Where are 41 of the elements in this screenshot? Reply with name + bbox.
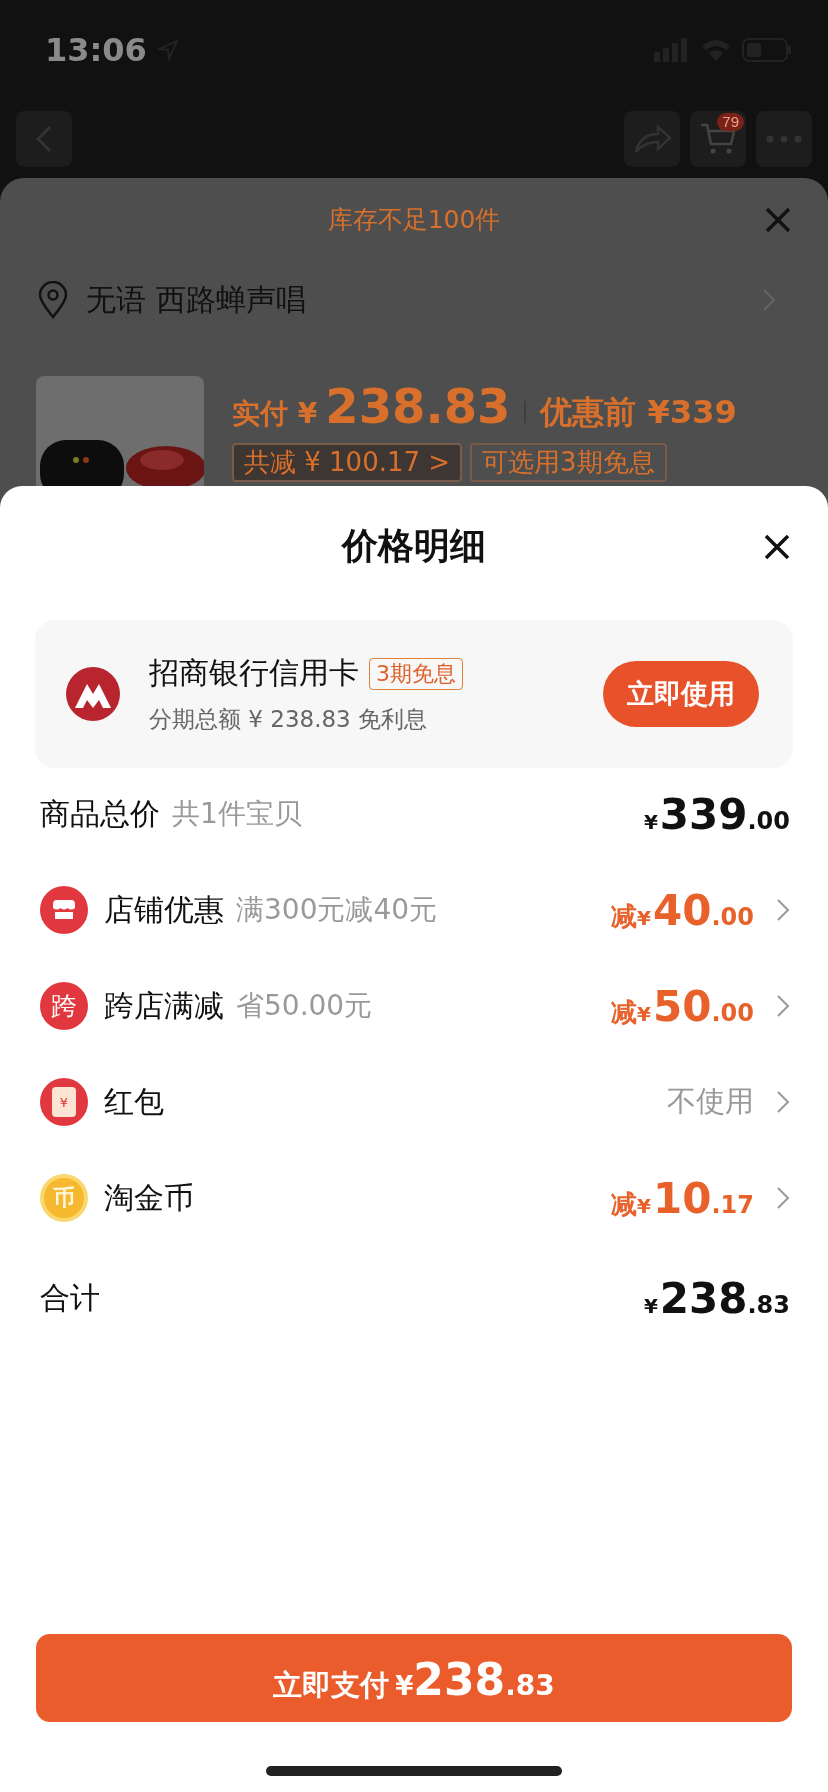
location-pin-icon [38,281,68,319]
bank-name: 招商银行信用卡 [149,654,359,692]
row-amount: ¥238.83 [643,1273,790,1323]
use-now-button[interactable]: 立即使用 [603,661,759,727]
interest-free-tag: 3期免息 [369,657,463,690]
bank-logo-icon [65,666,121,722]
row-label: 红包 [104,1082,164,1121]
pay-now-button[interactable]: 立即支付 ¥238.83 [36,1634,792,1722]
envelope-icon: ¥ [40,1078,88,1126]
row-label: 商品总价 [40,794,160,833]
row-label: 淘金币 [104,1178,194,1217]
shop-icon [40,886,88,934]
row-amount[interactable]: 减¥50.00 [611,981,754,1031]
more-button[interactable] [756,111,812,167]
chevron-icon [762,288,776,312]
stock-notice: 库存不足100件 [327,203,501,236]
close-icon[interactable] [764,534,790,560]
row-label: 店铺优惠 [104,890,224,929]
promo-tag[interactable]: 共减 ¥ 100.17 > [232,443,463,482]
cart-button[interactable]: 79 [690,111,746,167]
row-note: 共1件宝贝 [172,796,302,832]
back-button[interactable] [16,111,72,167]
original-price: 优惠前 ¥339 [540,392,737,433]
status-time: 13:06 [45,31,147,69]
coin-icon: 币 [40,1174,88,1222]
row-value[interactable]: 不使用 [667,1082,754,1122]
row-amount: ¥339.00 [643,789,790,839]
delivery-address[interactable]: 无语 西路蝉声唱 [86,279,306,321]
sheet-title: 价格明细 [342,523,486,568]
row-amount[interactable]: 减¥10.17 [611,1173,754,1223]
share-button[interactable] [624,111,680,167]
paid-price: 实付 ¥ 238.83 [232,378,511,434]
row-amount[interactable]: 减¥40.00 [611,885,754,935]
promo-tag[interactable]: 可选用3期免息 [470,443,667,482]
row-label: 跨店满减 [104,986,224,1025]
row-note: 满300元减40元 [236,892,438,928]
row-note: 省50.00元 [236,988,373,1024]
cross-store-icon: 跨 [40,982,88,1030]
installment-note: 分期总额 ¥ 238.83 免利息 [149,705,429,734]
row-label: 合计 [40,1278,100,1317]
cart-count-badge: 79 [717,113,744,131]
